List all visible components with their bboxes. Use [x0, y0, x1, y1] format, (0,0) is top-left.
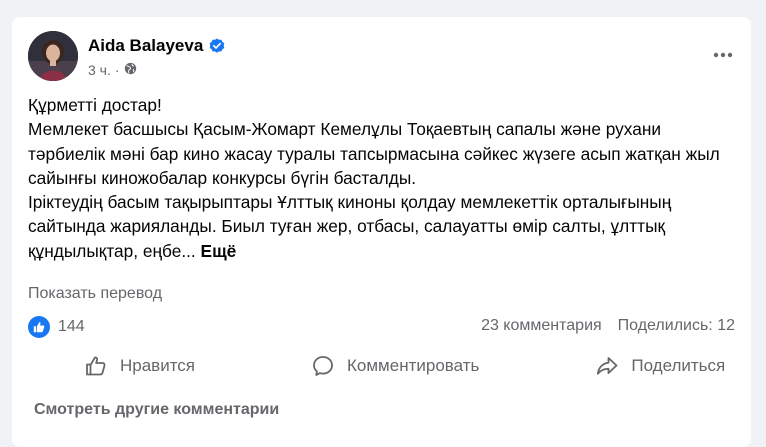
share-button[interactable]: Поделиться [537, 354, 766, 378]
verified-badge-icon [209, 38, 225, 54]
like-reaction-icon [28, 316, 50, 338]
post-card: Aida Balayeva 3 ч. · Құрметті достар! Ме… [12, 17, 751, 447]
post-text: Құрметті достар! Мемлекет басшысы Қасым-… [28, 93, 740, 263]
globe-icon[interactable] [124, 62, 137, 78]
engagement-stats: 144 23 комментария Поделились: 12 [28, 316, 735, 338]
author-row: Aida Balayeva [88, 36, 225, 56]
author-name[interactable]: Aida Balayeva [88, 36, 203, 56]
like-label: Нравится [120, 356, 196, 375]
post-text-line: Құрметті достар! [28, 95, 162, 115]
author-avatar[interactable] [28, 31, 78, 81]
meta-separator: · [114, 62, 120, 78]
comment-bubble-icon [313, 356, 333, 376]
post-meta: 3 ч. · [88, 62, 137, 78]
share-label: Поделиться [631, 356, 726, 375]
comments-count[interactable]: 23 комментария [481, 317, 602, 335]
share-arrow-icon [597, 357, 618, 375]
reactions-summary[interactable]: 144 [28, 316, 85, 338]
avatar-image [28, 31, 78, 81]
more-options-button[interactable] [711, 45, 735, 65]
likes-count: 144 [58, 318, 85, 335]
like-button[interactable]: Нравится [28, 354, 253, 378]
post-text-line: Іріктеудің басым тақырыптары Ұлттық кино… [28, 190, 740, 263]
see-more-link[interactable]: Ещё [201, 241, 237, 261]
counts: 23 комментария Поделились: 12 [481, 317, 735, 335]
view-more-comments-link[interactable]: Смотреть другие комментарии [34, 401, 279, 419]
more-options-icon [713, 52, 733, 58]
post-text-truncated: Іріктеудің басым тақырыптары Ұлттық кино… [28, 192, 672, 261]
show-translation-link[interactable]: Показать перевод [28, 285, 162, 303]
comment-button[interactable]: Комментировать [253, 354, 537, 378]
post-timestamp[interactable]: 3 ч. [88, 62, 111, 78]
action-bar: Нравится Комментировать Поделиться [28, 349, 735, 383]
comment-label: Комментировать [347, 356, 480, 375]
shares-count[interactable]: Поделились: 12 [618, 317, 735, 335]
post-text-line: Мемлекет басшысы Қасым-Жомарт Кемелұлы Т… [28, 119, 720, 188]
thumbs-up-icon [86, 356, 106, 376]
